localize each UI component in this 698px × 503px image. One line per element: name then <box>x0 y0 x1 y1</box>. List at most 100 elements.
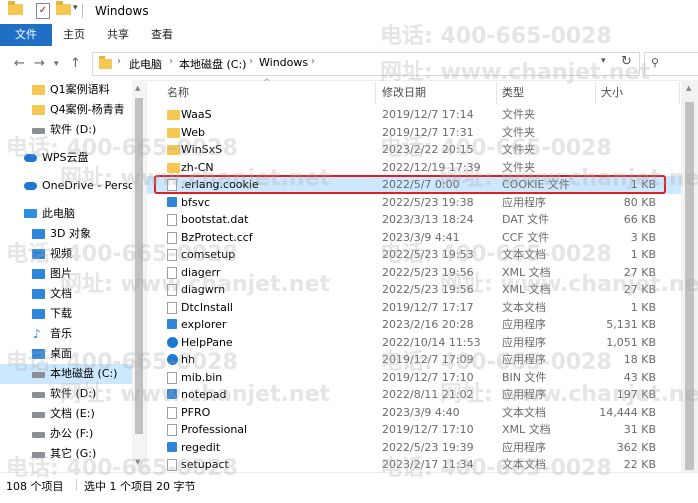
sidebar-item-documents[interactable]: 文档 <box>0 284 132 304</box>
breadcrumb-windows[interactable]: Windows <box>259 56 308 69</box>
column-name[interactable]: 名称 <box>167 80 189 106</box>
file-row[interactable]: mib.bin 2019/12/7 17:10 BIN 文件 43 KB <box>147 369 681 387</box>
file-name: regedit <box>181 440 221 454</box>
sidebar-item-q4[interactable]: Q4案例-杨青青 <box>0 100 132 120</box>
scrollbar-thumb[interactable] <box>685 102 694 470</box>
sidebar-item-music[interactable]: ♪ 音乐 <box>0 324 132 344</box>
tab-view[interactable]: 查看 <box>140 24 184 46</box>
sidebar-item-drive-g[interactable]: 其它 (G:) <box>0 444 132 464</box>
file-name: HelpPane <box>181 335 233 349</box>
sidebar-item-this-pc[interactable]: 此电脑 <box>0 204 132 224</box>
file-icon <box>167 249 177 261</box>
file-row[interactable]: notepad 2022/8/11 21:02 应用程序 197 KB <box>147 386 681 404</box>
file-date: 2023/2/22 20:15 <box>382 143 474 156</box>
application-icon <box>167 196 177 207</box>
column-divider[interactable] <box>496 82 497 104</box>
file-row[interactable]: BzProtect.ccf 2023/3/9 4:41 CCF 文件 3 KB <box>147 229 681 247</box>
sidebar-item-local-disk-c[interactable]: 本地磁盘 (C:) <box>0 364 132 384</box>
column-divider[interactable] <box>375 82 376 104</box>
new-folder-icon[interactable] <box>56 1 71 15</box>
chevron-right-icon[interactable]: › <box>117 56 121 67</box>
breadcrumb-this-pc[interactable]: 此电脑 <box>129 56 162 72</box>
back-arrow-icon[interactable]: ← <box>14 56 25 71</box>
sidebar-item-drive-d-quick[interactable]: 软件 (D:) <box>0 120 132 140</box>
sidebar-item-videos[interactable]: 视频 <box>0 244 132 264</box>
tab-file[interactable]: 文件 <box>0 24 52 46</box>
sidebar-item-desktop[interactable]: 桌面 <box>0 344 132 364</box>
file-row[interactable]: Professional 2019/12/7 17:10 XML 文档 31 KB <box>147 421 681 439</box>
address-bar[interactable]: › 此电脑 › 本地磁盘 (C:) › Windows › ▾ ↻ <box>92 52 640 76</box>
file-row[interactable]: Web 2019/12/7 17:31 文件夹 <box>147 124 681 142</box>
sidebar-item-wps-cloud[interactable]: WPS云盘 <box>0 148 132 168</box>
recent-dropdown-icon[interactable]: ▾ <box>54 59 59 69</box>
column-divider[interactable] <box>679 82 680 104</box>
column-date[interactable]: 修改日期 <box>382 80 426 106</box>
file-date: 2022/5/23 19:56 <box>382 283 474 296</box>
quick-access-dropdown-icon[interactable]: ▾ <box>73 3 78 13</box>
chevron-right-icon[interactable]: › <box>249 56 253 67</box>
file-date: 2022/8/11 21:02 <box>382 388 474 401</box>
file-row[interactable]: PFRO 2023/3/9 4:40 文本文档 14,444 KB <box>147 404 681 422</box>
file-list-scrollbar[interactable]: ▲ <box>681 80 698 472</box>
folder-icon[interactable] <box>8 1 23 15</box>
column-type[interactable]: 类型 <box>502 80 524 106</box>
file-row[interactable]: hh 2019/12/7 17:09 应用程序 18 KB <box>147 351 681 369</box>
chevron-right-icon[interactable]: › <box>169 56 173 67</box>
column-size[interactable]: 大小 <box>601 80 623 106</box>
file-row[interactable]: regedit 2022/5/23 19:39 应用程序 362 KB <box>147 439 681 457</box>
file-type: 应用程序 <box>502 388 546 401</box>
file-row[interactable]: bfsvc 2022/5/23 19:38 应用程序 80 KB <box>147 194 681 212</box>
file-row[interactable]: bootstat.dat 2023/3/13 18:24 DAT 文件 66 KB <box>147 211 681 229</box>
column-divider[interactable] <box>595 82 596 104</box>
file-row[interactable]: diagwrn 2022/5/23 19:56 XML 文档 27 KB <box>147 281 681 299</box>
refresh-icon[interactable]: ↻ <box>621 54 632 69</box>
tab-share[interactable]: 共享 <box>96 24 140 46</box>
document-icon <box>32 289 45 299</box>
file-name: bootstat.dat <box>181 213 249 226</box>
sidebar-item-label: 此电脑 <box>42 207 75 220</box>
file-type: BIN 文件 <box>502 370 547 384</box>
scroll-up-icon[interactable]: ▲ <box>686 84 691 92</box>
chevron-right-icon[interactable]: › <box>311 56 315 67</box>
file-row[interactable]: setupact 2023/2/17 11:34 文本文档 22 KB <box>147 456 681 474</box>
file-date: 2023/3/9 4:41 <box>382 230 460 244</box>
search-box[interactable]: ⚲ <box>644 52 698 76</box>
sidebar-item-downloads[interactable]: 下载 <box>0 304 132 324</box>
sidebar-item-drive-f[interactable]: 办公 (F:) <box>0 424 132 444</box>
up-arrow-icon[interactable]: ↑ <box>70 56 81 71</box>
properties-check-icon[interactable]: ✓ <box>36 3 50 19</box>
file-row[interactable]: DtcInstall 2019/12/7 17:17 文本文档 1 KB <box>147 299 681 317</box>
file-row[interactable]: WinSxS 2023/2/22 20:15 文件夹 <box>147 141 681 159</box>
sidebar-item-pictures[interactable]: 图片 <box>0 264 132 284</box>
scroll-up-icon[interactable]: ▲ <box>135 84 140 92</box>
sidebar-item-onedrive[interactable]: OneDrive - Person <box>0 176 132 196</box>
navigation-bar: ← → ▾ ↑ › 此电脑 › 本地磁盘 (C:) › Windows › ▾ … <box>0 46 698 81</box>
folder-icon <box>32 105 45 115</box>
file-date: 2019/12/7 17:14 <box>382 108 474 121</box>
scrollbar-thumb[interactable] <box>135 98 143 434</box>
file-name: explorer <box>181 318 227 331</box>
search-icon[interactable]: ⚲ <box>651 56 659 69</box>
file-date: 2022/12/19 17:39 <box>382 160 481 174</box>
address-dropdown-icon[interactable]: ▾ <box>601 56 606 66</box>
forward-arrow-icon[interactable]: → <box>34 56 45 71</box>
sidebar-item-drive-e[interactable]: 文档 (E:) <box>0 404 132 424</box>
sidebar-item-label: 下载 <box>50 307 72 320</box>
file-type: 文本文档 <box>502 248 546 261</box>
scroll-down-icon[interactable]: ▼ <box>135 458 140 466</box>
sidebar-item-drive-d[interactable]: 软件 (D:) <box>0 384 132 404</box>
file-row[interactable]: diagerr 2022/5/23 19:56 XML 文档 27 KB <box>147 264 681 282</box>
file-name: setupact <box>181 458 229 471</box>
file-row[interactable]: HelpPane 2022/10/14 11:53 应用程序 1,051 KB <box>147 334 681 352</box>
tab-home[interactable]: 主页 <box>52 24 96 46</box>
file-row[interactable]: zh-CN 2022/12/19 17:39 文件夹 <box>147 159 681 177</box>
breadcrumb-local-disk[interactable]: 本地磁盘 (C:) <box>179 56 246 72</box>
sidebar-item-q1[interactable]: Q1案例语料 <box>0 80 132 100</box>
sidebar-item-label: Q4案例-杨青青 <box>50 103 125 116</box>
sidebar-item-3d-objects[interactable]: 3D 对象 <box>0 224 132 244</box>
file-icon <box>167 371 177 384</box>
file-row[interactable]: WaaS 2019/12/7 17:14 文件夹 <box>147 106 681 124</box>
sidebar-scrollbar[interactable]: ▲ ▼ <box>132 80 146 472</box>
file-row[interactable]: comsetup 2022/5/23 19:53 文本文档 1 KB <box>147 246 681 264</box>
file-row[interactable]: explorer 2023/2/16 20:28 应用程序 5,131 KB <box>147 316 681 334</box>
